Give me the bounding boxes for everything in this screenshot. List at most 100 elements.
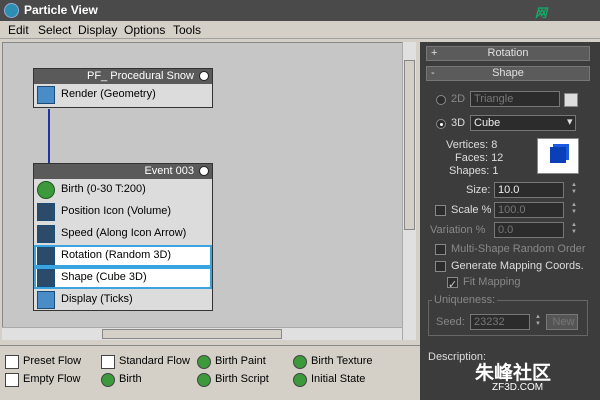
preset-flow-icon: [5, 355, 19, 369]
scale-field[interactable]: 100.0: [494, 202, 564, 218]
operator-label: Display (Ticks): [61, 293, 133, 305]
operator-rotation[interactable]: Rotation (Random 3D): [34, 245, 212, 267]
operator-label: Speed (Along Icon Arrow): [61, 227, 187, 239]
expand-icon: +: [431, 47, 438, 59]
particle-view-window: Particle View 网 Edit Select Display Opti…: [0, 0, 600, 400]
watermark-logo: 网: [535, 6, 548, 20]
radio-3d[interactable]: [436, 119, 446, 129]
menu-bar: Edit Select Display Options Tools: [0, 21, 600, 39]
collapse-icon: -: [431, 67, 435, 79]
depot-birth-script[interactable]: Birth Script: [197, 373, 269, 387]
birth-texture-icon: [293, 355, 307, 369]
menu-display[interactable]: Display: [78, 23, 117, 37]
rollout-rotation[interactable]: + Rotation: [426, 46, 590, 61]
scale-checkbox[interactable]: [435, 205, 446, 216]
fit-mapping-label: Fit Mapping: [463, 276, 521, 288]
depot-birth-paint[interactable]: Birth Paint: [197, 355, 266, 369]
scale-spinner[interactable]: ▲ ▼: [570, 202, 578, 218]
standard-flow-icon: [101, 355, 115, 369]
depot-initial-state[interactable]: Initial State: [293, 373, 365, 387]
variation-field[interactable]: 0.0: [494, 222, 564, 238]
bulb-icon[interactable]: [199, 71, 209, 81]
variation-spinner[interactable]: ▲ ▼: [570, 222, 578, 238]
faces-readout: Faces: 12: [455, 152, 504, 164]
seed-field[interactable]: 23232: [470, 314, 530, 330]
shape-preview: [537, 138, 579, 174]
shape-3d-dropdown[interactable]: Cube: [470, 115, 576, 131]
scale-label: Scale %: [451, 204, 492, 216]
operator-position-icon[interactable]: Position Icon (Volume): [34, 201, 212, 223]
seed-label: Seed:: [436, 316, 465, 328]
particle-graph-canvas[interactable]: PF_ Procedural Snow Render (Geometry) Ev…: [2, 42, 416, 340]
chevron-down-icon[interactable]: ▾: [567, 115, 573, 128]
global-node-title: PF_ Procedural Snow: [87, 70, 194, 82]
multi-shape-label: Multi-Shape Random Order: [451, 243, 586, 255]
new-seed-button[interactable]: New: [546, 314, 578, 330]
shape-2d-dropdown[interactable]: Triangle: [470, 91, 560, 107]
fit-mapping-checkbox[interactable]: ✓: [447, 277, 458, 291]
event-node[interactable]: Event 003 Birth (0-30 T:200) Position Ic…: [33, 163, 213, 311]
birth-icon: [37, 181, 55, 199]
depot-standard-flow[interactable]: Standard Flow: [101, 355, 190, 369]
color-swatch[interactable]: [564, 93, 578, 107]
mapping-label: Generate Mapping Coords.: [451, 260, 584, 272]
multi-shape-checkbox[interactable]: [435, 244, 446, 255]
global-node[interactable]: PF_ Procedural Snow Render (Geometry): [33, 68, 213, 108]
label-2d: 2D: [451, 93, 466, 105]
watermark-text: 朱峰社区: [475, 363, 552, 384]
mapping-checkbox[interactable]: [435, 261, 446, 272]
menu-tools[interactable]: Tools: [173, 23, 201, 37]
position-icon: [37, 203, 55, 221]
operator-speed[interactable]: Speed (Along Icon Arrow): [34, 223, 212, 245]
scroll-thumb[interactable]: [404, 60, 415, 230]
parameters-panel: + Rotation - Shape 2D Triangle 3D Cube ▾ V…: [420, 42, 600, 400]
window-title: Particle View: [24, 3, 98, 17]
birth-script-icon: [197, 373, 211, 387]
title-bar: Particle View: [0, 0, 600, 21]
scroll-thumb[interactable]: [102, 329, 282, 339]
cube-icon: [550, 147, 566, 163]
menu-edit[interactable]: Edit: [8, 23, 29, 37]
shapes-readout: Shapes: 1: [449, 165, 499, 177]
speed-icon: [37, 225, 55, 243]
render-icon: [37, 86, 55, 104]
bulb-icon[interactable]: [199, 166, 209, 176]
operator-label: Position Icon (Volume): [61, 205, 172, 217]
global-node-header[interactable]: PF_ Procedural Snow: [34, 69, 212, 84]
radio-2d[interactable]: [436, 95, 446, 105]
operator-shape[interactable]: Shape (Cube 3D): [34, 267, 212, 289]
vertices-readout: Vertices: 8: [446, 139, 498, 151]
operator-label: Rotation (Random 3D): [61, 249, 172, 261]
birth-icon: [101, 373, 115, 387]
event-node-header[interactable]: Event 003: [34, 164, 212, 179]
size-label: Size:: [466, 184, 491, 196]
size-field[interactable]: 10.0: [494, 182, 564, 198]
menu-select[interactable]: Select: [38, 23, 71, 37]
vertical-scrollbar[interactable]: [402, 42, 416, 340]
operator-label: Birth (0-30 T:200): [61, 183, 146, 195]
operator-label: Shape (Cube 3D): [61, 271, 147, 283]
operator-display[interactable]: Display (Ticks): [34, 289, 212, 311]
event-node-title: Event 003: [144, 165, 194, 177]
seed-spinner[interactable]: ▲ ▼: [534, 314, 542, 330]
horizontal-scrollbar[interactable]: [2, 327, 402, 340]
empty-flow-icon: [5, 373, 19, 387]
depot-preset-flow[interactable]: Preset Flow: [5, 355, 81, 369]
depot-empty-flow[interactable]: Empty Flow: [5, 373, 80, 387]
operator-birth[interactable]: Birth (0-30 T:200): [34, 179, 212, 201]
rollout-shape[interactable]: - Shape: [426, 66, 590, 81]
size-spinner[interactable]: ▲ ▼: [570, 182, 578, 198]
operator-depot: Preset Flow Standard Flow Birth Paint Bi…: [0, 345, 420, 400]
operator-render[interactable]: Render (Geometry): [34, 84, 212, 106]
label-3d: 3D: [451, 117, 466, 129]
depot-birth-texture[interactable]: Birth Texture: [293, 355, 373, 369]
variation-label: Variation %: [430, 224, 486, 236]
depot-birth[interactable]: Birth: [101, 373, 142, 387]
uniqueness-label: Uniqueness:: [432, 294, 498, 306]
app-icon: [4, 3, 19, 18]
menu-options[interactable]: Options: [124, 23, 165, 37]
operator-label: Render (Geometry): [61, 88, 156, 100]
watermark-url: ZF3D.COM: [492, 382, 544, 393]
initial-state-icon: [293, 373, 307, 387]
display-icon: [37, 291, 55, 309]
